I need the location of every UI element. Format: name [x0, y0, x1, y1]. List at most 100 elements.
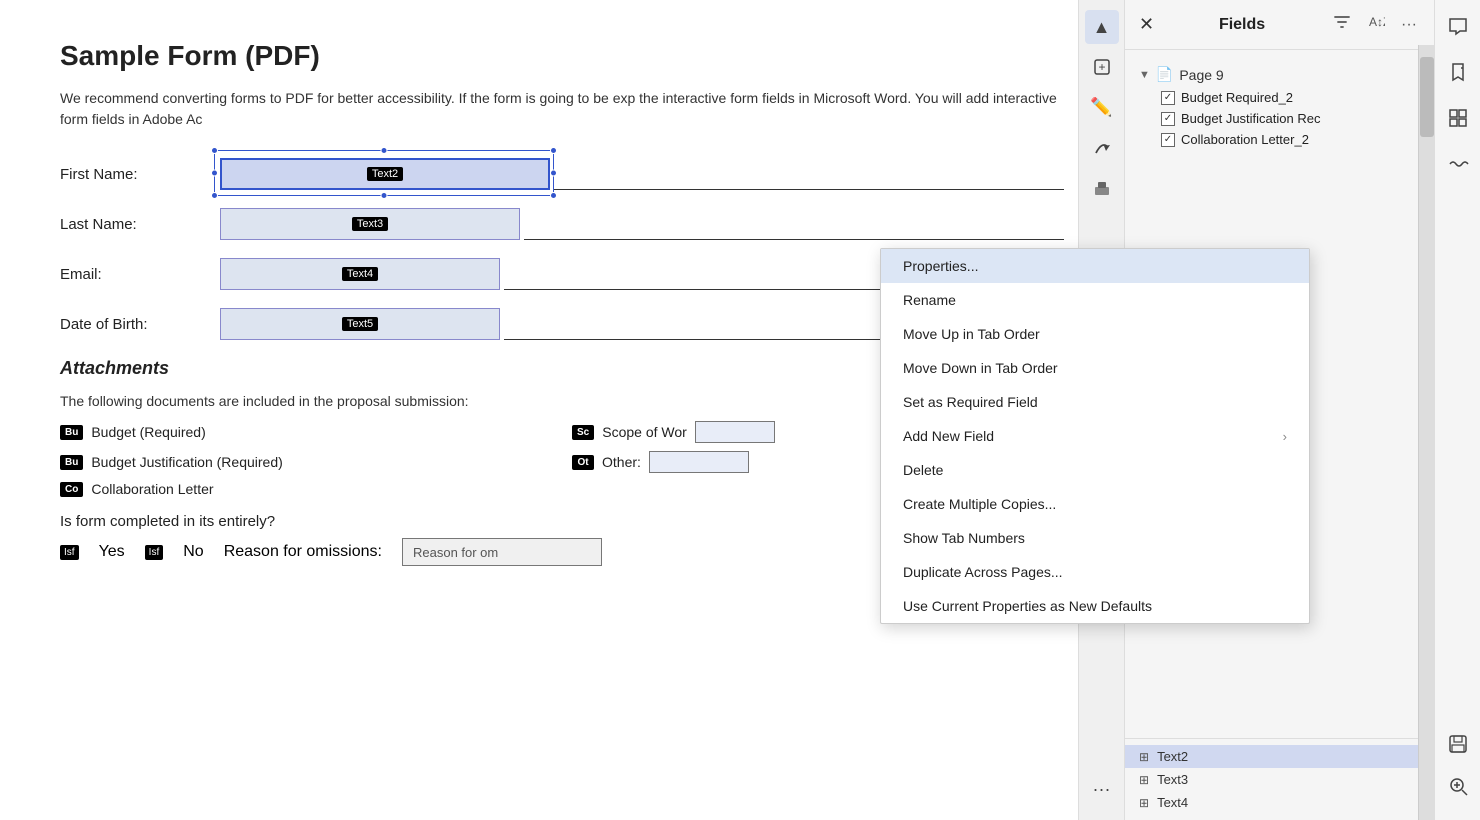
budget-just-checkbox[interactable]: ✓	[1161, 112, 1175, 126]
other-field[interactable]	[649, 451, 749, 473]
page-chevron: ▼	[1139, 69, 1150, 81]
svg-text:A↕Z: A↕Z	[1369, 15, 1385, 29]
sidebar-bottom: ⊞ Text2 ⊞ Text3 ⊞ Text4	[1125, 738, 1434, 820]
stamp-tool[interactable]	[1085, 170, 1119, 204]
close-button[interactable]: ✕	[1139, 14, 1154, 35]
field-item-budget-just[interactable]: ✓ Budget Justification Rec	[1125, 108, 1434, 129]
add-field-arrow: ›	[1283, 429, 1287, 444]
context-copies[interactable]: Create Multiple Copies...	[881, 487, 1309, 521]
context-defaults[interactable]: Use Current Properties as New Defaults	[881, 589, 1309, 623]
attach-budget: Bu Budget (Required)	[60, 421, 552, 443]
budget-required-name: Budget Required_2	[1181, 90, 1293, 105]
text4-mini-label: Text4	[1157, 795, 1188, 810]
budget-just-badge: Bu	[60, 455, 83, 470]
right-edge-panel	[1434, 0, 1480, 820]
attach-budget-just: Bu Budget Justification (Required)	[60, 451, 552, 473]
pencil-tool[interactable]: ✏️	[1085, 90, 1119, 124]
text2-field[interactable]: Text2	[220, 158, 550, 190]
grid-panel-btn[interactable]	[1442, 102, 1474, 134]
mini-field-text2[interactable]: ⊞ Text2	[1125, 745, 1434, 768]
comment-panel-btn[interactable]	[1442, 10, 1474, 42]
more-icon[interactable]: ···	[1398, 13, 1420, 37]
collab-badge: Co	[60, 482, 83, 497]
context-required-label: Set as Required Field	[903, 394, 1038, 410]
context-move-down[interactable]: Move Down in Tab Order	[881, 351, 1309, 385]
context-delete[interactable]: Delete	[881, 453, 1309, 487]
budget-label: Budget (Required)	[91, 424, 205, 440]
context-rename[interactable]: Rename	[881, 283, 1309, 317]
text5-badge: Text5	[342, 317, 378, 331]
zoom-panel-btn[interactable]	[1442, 770, 1474, 802]
page-label: Page 9	[1179, 67, 1223, 83]
budget-just-label: Budget Justification (Required)	[91, 454, 282, 470]
page-group: ▼ 📄 Page 9 ✓ Budget Required_2 ✓ Budget …	[1125, 58, 1434, 154]
text3-mini-icon: ⊞	[1139, 773, 1149, 787]
curve-tool[interactable]	[1085, 130, 1119, 164]
sort-icon[interactable]: A↕Z	[1364, 10, 1388, 39]
bookmark-panel-btn[interactable]	[1442, 56, 1474, 88]
sidebar-scroll-thumb[interactable]	[1420, 57, 1434, 137]
reason-label: Reason for omissions:	[224, 543, 382, 561]
budget-badge: Bu	[60, 425, 83, 440]
filter-icon[interactable]	[1330, 10, 1354, 39]
reason-field[interactable]: Reason for om	[402, 538, 602, 566]
document-title: Sample Form (PDF)	[60, 40, 1064, 72]
context-tab-numbers[interactable]: Show Tab Numbers	[881, 521, 1309, 555]
mini-field-text4[interactable]: ⊞ Text4	[1125, 791, 1434, 814]
wavy-panel-btn[interactable]	[1442, 148, 1474, 180]
email-label: Email:	[60, 266, 220, 283]
context-copies-label: Create Multiple Copies...	[903, 496, 1056, 512]
text4-mini-icon: ⊞	[1139, 796, 1149, 810]
text4-field[interactable]: Text4	[220, 258, 500, 290]
more-options-tool[interactable]: ···	[1085, 772, 1119, 806]
attach-collab: Co Collaboration Letter	[60, 481, 552, 497]
scope-label: Scope of Wor	[602, 424, 687, 440]
sidebar-title: Fields	[1219, 16, 1265, 34]
context-move-up[interactable]: Move Up in Tab Order	[881, 317, 1309, 351]
text2-mini-label: Text2	[1157, 749, 1188, 764]
lastname-label: Last Name:	[60, 216, 220, 233]
budget-required-checkbox[interactable]: ✓	[1161, 91, 1175, 105]
budget-just-name: Budget Justification Rec	[1181, 111, 1320, 126]
context-add-field-label: Add New Field	[903, 428, 994, 444]
context-properties-label: Properties...	[903, 258, 978, 274]
sidebar-scrollbar[interactable]	[1418, 45, 1434, 820]
question-text: Is form completed in its entirely?	[60, 513, 275, 530]
collab-checkbox[interactable]: ✓	[1161, 133, 1175, 147]
save-panel-btn[interactable]	[1442, 728, 1474, 760]
scope-field[interactable]	[695, 421, 775, 443]
text3-field[interactable]: Text3	[220, 208, 520, 240]
page-icon: 📄	[1156, 66, 1173, 83]
dob-label: Date of Birth:	[60, 316, 220, 333]
firstname-label: First Name:	[60, 166, 220, 183]
context-add-field[interactable]: Add New Field ›	[881, 419, 1309, 453]
context-rename-label: Rename	[903, 292, 956, 308]
text3-mini-label: Text3	[1157, 772, 1188, 787]
context-properties[interactable]: Properties...	[881, 249, 1309, 283]
field-item-collab[interactable]: ✓ Collaboration Letter_2	[1125, 129, 1434, 150]
field-item-budget-required[interactable]: ✓ Budget Required_2	[1125, 87, 1434, 108]
mini-field-text3[interactable]: ⊞ Text3	[1125, 768, 1434, 791]
document-description: We recommend converting forms to PDF for…	[60, 88, 1064, 130]
context-move-down-label: Move Down in Tab Order	[903, 360, 1058, 376]
yes-badge: Isf	[60, 545, 79, 560]
scope-badge: Sc	[572, 425, 594, 440]
lastname-underline	[524, 208, 1064, 240]
add-field-tool[interactable]: +	[1085, 50, 1119, 84]
form-row-lastname: Last Name: Text3	[60, 208, 1064, 240]
form-row-firstname: First Name: Text2	[60, 158, 1064, 190]
context-required[interactable]: Set as Required Field	[881, 385, 1309, 419]
context-tab-numbers-label: Show Tab Numbers	[903, 530, 1025, 546]
cursor-tool[interactable]: ▲	[1085, 10, 1119, 44]
other-label: Other:	[602, 454, 641, 470]
fields-sidebar: ✕ Fields A↕Z ··· ▼ 📄 Page 9 ✓ Budget Req…	[1124, 0, 1434, 820]
page-header[interactable]: ▼ 📄 Page 9	[1125, 62, 1434, 87]
yes-label: Yes	[99, 543, 125, 561]
collab-label: Collaboration Letter	[91, 481, 213, 497]
text2-badge: Text2	[367, 167, 403, 181]
firstname-underline	[554, 158, 1064, 190]
text5-field[interactable]: Text5	[220, 308, 500, 340]
context-duplicate[interactable]: Duplicate Across Pages...	[881, 555, 1309, 589]
sidebar-icons: A↕Z ···	[1330, 10, 1420, 39]
context-duplicate-label: Duplicate Across Pages...	[903, 564, 1063, 580]
